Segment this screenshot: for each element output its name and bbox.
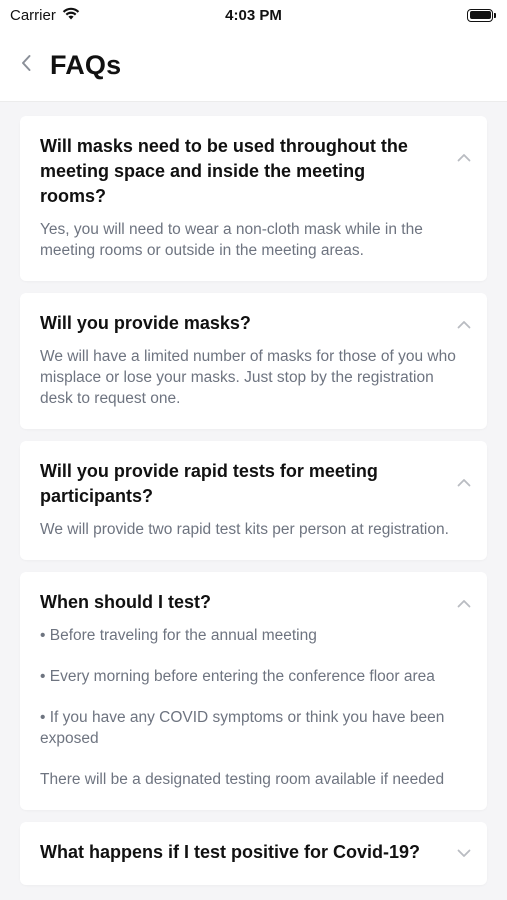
status-bar: Carrier 4:03 PM	[0, 0, 507, 30]
chevron-up-icon[interactable]	[455, 473, 473, 491]
battery-level	[469, 11, 491, 19]
chevron-down-icon[interactable]	[455, 844, 473, 862]
page-title: FAQs	[50, 50, 122, 80]
battery-icon	[467, 8, 496, 22]
faq-question: Will you provide rapid tests for meeting…	[40, 461, 378, 506]
chevron-left-icon	[20, 54, 32, 77]
wifi-icon	[62, 7, 80, 24]
carrier-label: Carrier	[10, 6, 56, 24]
faq-answer: • Before traveling for the annual meetin…	[40, 625, 467, 790]
faq-header[interactable]: When should I test?	[40, 590, 471, 615]
faq-header[interactable]: Will masks need to be used throughout th…	[40, 134, 471, 209]
faq-answer: We will provide two rapid test kits per …	[40, 519, 467, 540]
faq-card: Will you provide rapid tests for meeting…	[20, 441, 487, 560]
faq-card: Will masks need to be used throughout th…	[20, 116, 487, 281]
faq-answer-text: We will have a limited number of masks f…	[40, 348, 456, 407]
faq-list: Will masks need to be used throughout th…	[0, 103, 507, 900]
faq-question: Will masks need to be used throughout th…	[40, 136, 408, 206]
faq-answer: Yes, you will need to wear a non-cloth m…	[40, 219, 467, 261]
faq-header[interactable]: What happens if I test positive for Covi…	[40, 840, 471, 865]
faq-answer-bullet: • Before traveling for the annual meetin…	[40, 627, 317, 644]
faq-card: Will you provide masks? We will have a l…	[20, 293, 487, 429]
faq-header[interactable]: Will you provide masks?	[40, 311, 471, 336]
faq-answer-bullet: • If you have any COVID symptoms or thin…	[40, 709, 445, 747]
chevron-up-icon[interactable]	[455, 315, 473, 333]
faq-answer-text: Yes, you will need to wear a non-cloth m…	[40, 221, 423, 259]
faq-answer-text: We will provide two rapid test kits per …	[40, 521, 449, 538]
faq-question: What happens if I test positive for Covi…	[40, 842, 421, 862]
status-left: Carrier	[10, 7, 80, 24]
faq-answer-text: There will be a designated testing room …	[40, 771, 445, 788]
faq-header[interactable]: Will you provide rapid tests for meeting…	[40, 459, 471, 509]
chevron-up-icon[interactable]	[455, 148, 473, 166]
faq-card: When should I test? • Before traveling f…	[20, 572, 487, 810]
faq-card: What happens if I test positive for Covi…	[20, 822, 487, 885]
nav-bar: FAQs	[0, 30, 507, 102]
faq-question: Will you provide masks?	[40, 313, 251, 333]
faq-answer-bullet: • Every morning before entering the conf…	[40, 668, 435, 685]
faq-answer: We will have a limited number of masks f…	[40, 346, 467, 409]
faq-question: When should I test?	[40, 592, 211, 612]
back-button[interactable]	[2, 42, 50, 90]
chevron-up-icon[interactable]	[455, 594, 473, 612]
